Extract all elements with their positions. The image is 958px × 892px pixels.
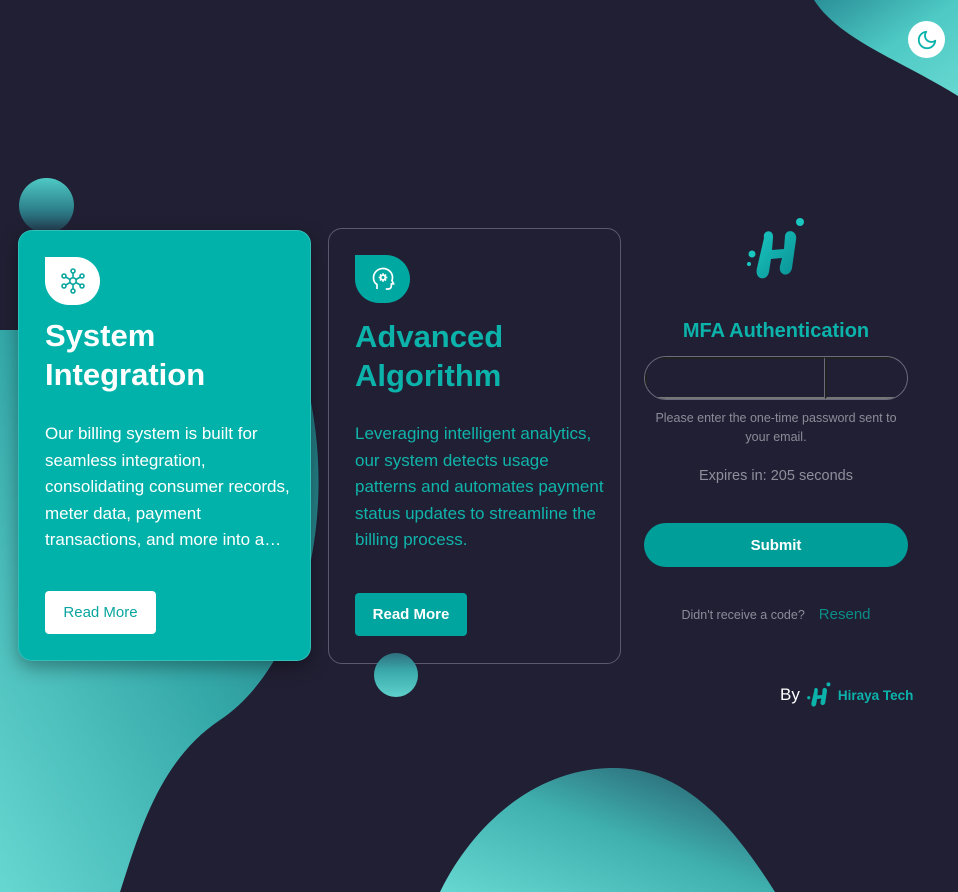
by-label: By <box>780 685 800 704</box>
hiraya-small-logo <box>807 682 831 707</box>
otp-hint-text: Please enter the one-time password sent … <box>655 411 897 444</box>
theme-toggle-button[interactable] <box>908 21 945 58</box>
feature-card-system-integration: System Integration Our billing system is… <box>18 230 311 661</box>
otp-digit-input[interactable] <box>825 357 907 399</box>
mfa-title: MFA Authentication <box>682 320 870 342</box>
card-description: Our billing system is built for seamless… <box>45 424 290 549</box>
moon-icon <box>917 30 936 49</box>
resend-prompt: Didn't receive a code? <box>681 608 805 622</box>
mfa-page: System Integration Our billing system is… <box>0 0 958 892</box>
resend-row: Didn't receive a code? Resend <box>644 606 908 623</box>
read-more-button[interactable]: Read More <box>45 591 156 634</box>
submit-button[interactable]: Submit <box>644 523 908 567</box>
network-hub-icon <box>60 268 85 294</box>
card-title: System Integration <box>45 318 206 392</box>
card-title: Advanced Algorithm <box>355 319 504 393</box>
feature-card-advanced-algorithm: Advanced Algorithm Leveraging intelligen… <box>328 228 621 664</box>
card-description: Leveraging intelligent analytics, our sy… <box>355 424 604 549</box>
otp-input-group <box>644 356 908 400</box>
hiraya-logo <box>747 218 804 279</box>
read-more-button[interactable]: Read More <box>355 593 467 636</box>
decorative-circle <box>19 178 74 233</box>
brand-name: Hiraya Tech <box>837 687 914 703</box>
expiry-countdown: Expires in: 205 seconds <box>699 468 853 484</box>
mind-gear-icon <box>372 267 395 290</box>
card-icon-badge <box>45 257 100 305</box>
otp-digit-input[interactable] <box>645 357 825 399</box>
decorative-circle <box>374 653 418 697</box>
card-icon-badge <box>355 255 410 303</box>
resend-link[interactable]: Resend <box>819 606 871 623</box>
brand-credit: By Hiraya Tech <box>780 680 913 710</box>
bottom-wave <box>440 767 775 892</box>
